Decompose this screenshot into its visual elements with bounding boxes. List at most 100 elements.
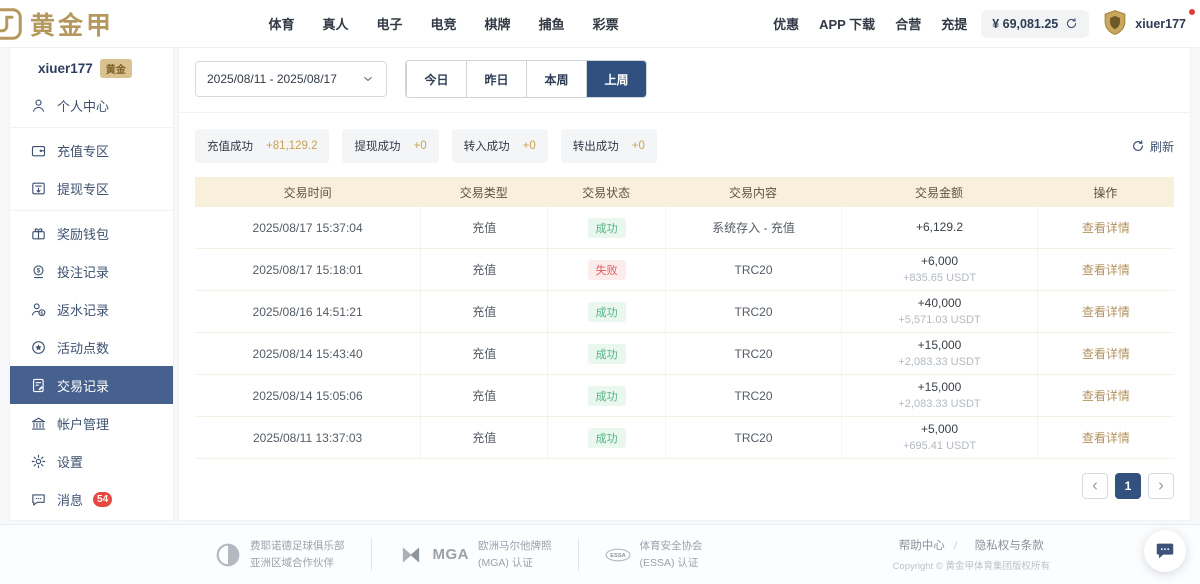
- sidebar-item-label: 个人中心: [57, 96, 109, 115]
- next-page-button[interactable]: [1148, 473, 1174, 499]
- quick-link[interactable]: 合营: [895, 14, 921, 33]
- footer-links: 帮助中心 隐私权与条款: [893, 537, 1050, 553]
- nav-item[interactable]: 捕鱼: [539, 14, 565, 33]
- cell-time: 2025/08/14 15:05:06: [195, 375, 420, 416]
- sidebar-divider: [10, 127, 173, 128]
- sidebar-item[interactable]: 交易记录: [10, 366, 173, 404]
- summary-pill: 转入成功 +0: [452, 129, 548, 163]
- sidebar-item-label: 提现专区: [57, 179, 109, 198]
- cell-type: 充值: [420, 291, 547, 332]
- cell-amount: +15,000 +2,083.33 USDT: [841, 375, 1037, 416]
- wallet-icon: [30, 142, 47, 159]
- quick-range-button[interactable]: 本周: [526, 61, 586, 97]
- nav-item[interactable]: 棋牌: [485, 14, 511, 33]
- current-page-button[interactable]: 1: [1115, 473, 1141, 499]
- date-range-value: 2025/08/11 - 2025/08/17: [207, 72, 337, 86]
- cell-amount: +40,000 +5,571.03 USDT: [841, 291, 1037, 332]
- cell-content: TRC20: [665, 249, 841, 290]
- cell-action: 查看详情: [1037, 417, 1174, 458]
- rebate-icon: [30, 301, 47, 318]
- status-badge: 成功: [588, 302, 626, 322]
- mga-logo-icon: [398, 542, 424, 568]
- amount-usdt: +5,571.03 USDT: [898, 313, 980, 328]
- help-center-link[interactable]: 帮助中心: [899, 537, 945, 553]
- amount-main: +6,129.2: [916, 219, 963, 236]
- sidebar-item[interactable]: 个人中心: [10, 86, 173, 124]
- sidebar-item[interactable]: 设置: [10, 442, 173, 480]
- message-icon: [30, 491, 47, 508]
- quick-range-button[interactable]: 上周: [586, 61, 646, 97]
- quick-link[interactable]: APP 下载: [819, 14, 875, 33]
- brand[interactable]: 黄金甲: [0, 6, 114, 42]
- view-detail-link[interactable]: 查看详情: [1082, 303, 1130, 320]
- club-logo-icon: [215, 542, 241, 568]
- user-menu[interactable]: xiuer177: [1101, 9, 1186, 39]
- sidebar-menu: 个人中心 充值专区 提现专区: [10, 86, 173, 518]
- privacy-terms-link[interactable]: 隐私权与条款: [975, 537, 1044, 553]
- cell-content: TRC20: [665, 291, 841, 332]
- table-header: 交易时间 交易类型 交易状态 交易内容 交易金额 操作: [195, 177, 1174, 207]
- amount-main: +6,000: [921, 253, 958, 270]
- nav-item[interactable]: 体育: [268, 14, 294, 33]
- bank-icon: [30, 415, 47, 432]
- amount-main: +15,000: [918, 379, 962, 396]
- cell-status: 成功: [547, 375, 664, 416]
- nav-item[interactable]: 真人: [323, 14, 349, 33]
- cell-amount: +15,000 +2,083.33 USDT: [841, 333, 1037, 374]
- sidebar-item[interactable]: 返水记录: [10, 290, 173, 328]
- view-detail-link[interactable]: 查看详情: [1082, 429, 1130, 446]
- sidebar-item[interactable]: 投注记录: [10, 252, 173, 290]
- summary-pill: 转出成功 +0: [561, 129, 657, 163]
- sidebar-item[interactable]: 消息 54: [10, 480, 173, 518]
- main-nav: 体育 真人 电子 电竞 棋牌 捕鱼 彩票: [268, 14, 618, 33]
- view-detail-link[interactable]: 查看详情: [1082, 345, 1130, 362]
- summary-label: 转入成功: [464, 138, 510, 154]
- quick-range-button[interactable]: 昨日: [466, 61, 526, 97]
- refresh-icon[interactable]: [1065, 17, 1078, 30]
- cert-line1: 欧洲马尔他牌照: [478, 538, 552, 554]
- view-detail-link[interactable]: 查看详情: [1082, 387, 1130, 404]
- summary-label: 充值成功: [207, 138, 253, 154]
- balance-amount: ¥ 69,081.25: [992, 17, 1058, 31]
- sidebar-user: xiuer177 黄金: [10, 48, 173, 86]
- cell-action: 查看详情: [1037, 249, 1174, 290]
- sidebar-item[interactable]: 充值专区: [10, 131, 173, 169]
- refresh-button[interactable]: 刷新: [1131, 138, 1174, 155]
- cert-logos: 费耶诺德足球俱乐部 亚洲区域合作伙伴 MGA 欧洲马尔他牌照 (MGA) 认证: [215, 538, 703, 571]
- quick-range-group: 今日昨日本周上周: [405, 60, 647, 98]
- nav-item[interactable]: 彩票: [593, 14, 619, 33]
- table-row: 2025/08/17 15:18:01 充值 失败 TRC20 +6,000 +…: [195, 249, 1174, 291]
- summary-value: +0: [632, 140, 645, 152]
- balance-pill[interactable]: ¥ 69,081.25: [981, 10, 1089, 38]
- chat-fab-button[interactable]: [1144, 530, 1186, 572]
- prev-page-button[interactable]: [1082, 473, 1108, 499]
- view-detail-link[interactable]: 查看详情: [1082, 219, 1130, 236]
- col-header-status: 交易状态: [547, 184, 664, 201]
- sidebar-item-label: 奖励钱包: [57, 224, 109, 243]
- nav-item[interactable]: 电竞: [431, 14, 457, 33]
- sidebar-item[interactable]: 活动点数: [10, 328, 173, 366]
- summary-row: 充值成功 +81,129.2 提现成功 +0 转入成功 +0: [195, 129, 1174, 163]
- quick-range-button[interactable]: 今日: [406, 61, 466, 97]
- brand-logo-icon: [0, 6, 24, 42]
- transactions-table: 交易时间 交易类型 交易状态 交易内容 交易金额 操作 2025/08/17 1…: [195, 177, 1174, 459]
- cell-action: 查看详情: [1037, 375, 1174, 416]
- sidebar-item[interactable]: 帐户管理: [10, 404, 173, 442]
- cert-text: 欧洲马尔他牌照 (MGA) 认证: [478, 538, 552, 571]
- col-header-amount: 交易金额: [841, 184, 1037, 201]
- sidebar-item[interactable]: 提现专区: [10, 169, 173, 207]
- cert-line2: 亚洲区域合作伙伴: [250, 555, 345, 571]
- status-badge: 成功: [588, 386, 626, 406]
- sidebar-item-label: 设置: [57, 452, 83, 471]
- quick-link[interactable]: 优惠: [773, 14, 799, 33]
- date-range-picker[interactable]: 2025/08/11 - 2025/08/17: [195, 61, 387, 97]
- view-detail-link[interactable]: 查看详情: [1082, 261, 1130, 278]
- quick-link[interactable]: 充提: [941, 14, 967, 33]
- table-row: 2025/08/17 15:37:04 充值 成功 系统存入 - 充值 +6,1…: [195, 207, 1174, 249]
- summary-pills: 充值成功 +81,129.2 提现成功 +0 转入成功 +0: [195, 129, 657, 163]
- sidebar-item[interactable]: 奖励钱包: [10, 214, 173, 252]
- table-row: 2025/08/14 15:43:40 充值 成功 TRC20 +15,000 …: [195, 333, 1174, 375]
- cell-time: 2025/08/14 15:43:40: [195, 333, 420, 374]
- cell-content: TRC20: [665, 333, 841, 374]
- nav-item[interactable]: 电子: [377, 14, 403, 33]
